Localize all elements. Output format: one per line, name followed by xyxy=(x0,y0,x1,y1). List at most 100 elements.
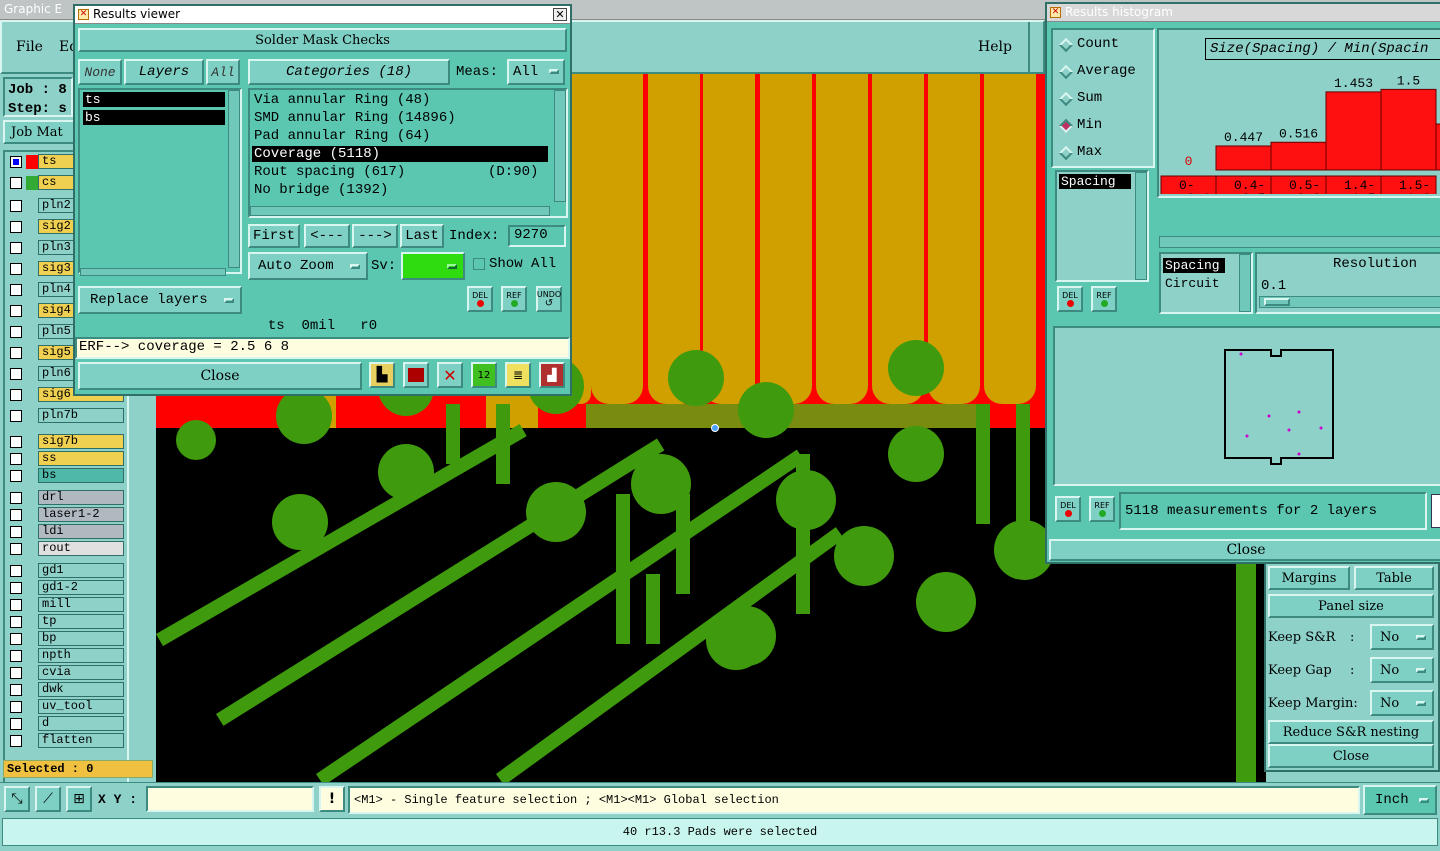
layer-name[interactable]: flatten xyxy=(38,733,124,748)
pcb-pad[interactable] xyxy=(668,350,724,406)
layer-name[interactable]: cvia xyxy=(38,665,124,680)
layer-row[interactable]: dwk xyxy=(6,682,126,698)
layer-checkbox[interactable] xyxy=(10,200,22,212)
layer-checkbox[interactable] xyxy=(10,616,22,628)
layer-checkbox[interactable] xyxy=(10,410,22,422)
histogram-hscrollbar[interactable] xyxy=(1159,236,1440,248)
categories-hscrollbar[interactable] xyxy=(250,206,550,216)
layer-row[interactable]: gd1-2 xyxy=(6,580,126,596)
layer-checkbox[interactable] xyxy=(10,263,22,275)
keep-gap-dropdown[interactable]: No xyxy=(1370,657,1434,683)
reduce-sr-nesting-button[interactable]: Reduce S&R nesting xyxy=(1268,720,1434,744)
histogram-icon[interactable]: ▟ xyxy=(539,362,565,388)
layers-button[interactable]: Layers xyxy=(124,59,204,85)
layer-checkbox[interactable] xyxy=(10,221,22,233)
results-viewer-close-button[interactable]: Close xyxy=(78,362,362,390)
resolution-slider[interactable] xyxy=(1259,296,1440,308)
layer-checkbox[interactable] xyxy=(10,389,22,401)
pcb-pad[interactable] xyxy=(276,388,332,444)
layer-list-scrollbar[interactable] xyxy=(228,90,240,268)
histogram-bar[interactable] xyxy=(1270,141,1327,171)
zoom-fit-icon[interactable]: ⤡ xyxy=(4,786,30,812)
layer-checkbox[interactable] xyxy=(10,347,22,359)
category-item[interactable]: Coverage (5118) xyxy=(252,146,548,162)
layer-checkbox[interactable] xyxy=(10,543,22,555)
layer-checkbox[interactable] xyxy=(10,284,22,296)
layer-checkbox[interactable] xyxy=(10,470,22,482)
layer-name[interactable]: npth xyxy=(38,648,124,663)
type-listbox[interactable]: Spacing Circuit xyxy=(1159,252,1253,314)
pcb-pad[interactable] xyxy=(738,382,794,438)
layer-row[interactable]: ss xyxy=(6,451,126,467)
layer-checkbox[interactable] xyxy=(10,326,22,338)
prev-button[interactable]: <--- xyxy=(304,224,350,248)
unit-dropdown[interactable]: Inch xyxy=(1363,785,1437,815)
preview-ref-button[interactable]: REF xyxy=(1089,496,1115,522)
type-list-item[interactable]: Spacing xyxy=(1163,258,1225,273)
layer-row[interactable]: mill xyxy=(6,597,126,613)
type-list-item[interactable]: Circuit xyxy=(1163,276,1220,291)
xy-input[interactable] xyxy=(146,786,314,812)
layer-checkbox[interactable] xyxy=(10,599,22,611)
layer-name[interactable]: dwk xyxy=(38,682,124,697)
layer-row[interactable]: gd1 xyxy=(6,563,126,579)
table-button[interactable]: Table xyxy=(1354,566,1434,590)
layer-checkbox[interactable] xyxy=(10,526,22,538)
layer-row[interactable]: bp xyxy=(6,631,126,647)
solder-mask-checks-button[interactable]: Solder Mask Checks xyxy=(78,28,567,52)
layer-row[interactable]: flatten xyxy=(6,733,126,749)
layer-row[interactable]: drl xyxy=(6,490,126,506)
index-input[interactable]: 9270 xyxy=(508,225,566,247)
layer-checkbox[interactable] xyxy=(10,633,22,645)
erf-off-icon[interactable]: ✕ xyxy=(437,362,463,388)
slider-thumb[interactable] xyxy=(1264,298,1290,306)
all-layers-button[interactable]: All xyxy=(206,59,240,85)
measure-listbox[interactable]: Spacing xyxy=(1055,170,1149,282)
categories-button[interactable]: Categories (18) xyxy=(248,59,450,85)
layer-name[interactable]: drl xyxy=(38,490,124,505)
layer-checkbox[interactable] xyxy=(10,453,22,465)
notes-icon[interactable]: ≣ xyxy=(505,362,531,388)
layer-name[interactable]: bp xyxy=(38,631,124,646)
layer-name[interactable]: d xyxy=(38,716,124,731)
histogram-bar[interactable] xyxy=(1325,91,1382,171)
layer-checkbox[interactable] xyxy=(10,582,22,594)
categories-listbox[interactable]: Via annular Ring (48) SMD annular Ring (1… xyxy=(248,88,568,218)
measure-list-item[interactable]: Spacing xyxy=(1059,174,1131,189)
histogram-close-button[interactable]: Close xyxy=(1049,539,1440,561)
pcb-pad[interactable] xyxy=(888,340,944,396)
layer-row[interactable]: cvia xyxy=(6,665,126,681)
layer-checkbox[interactable] xyxy=(10,242,22,254)
layer-name[interactable]: pln7b xyxy=(38,408,124,423)
layer-row[interactable]: sig7b xyxy=(6,434,126,450)
layer-checkbox[interactable] xyxy=(10,735,22,747)
pcb-pad[interactable] xyxy=(834,526,894,586)
layer-row[interactable]: d xyxy=(6,716,126,732)
layer-name[interactable]: sig7b xyxy=(38,434,124,449)
layer-checkbox[interactable] xyxy=(10,436,22,448)
layer-row[interactable]: rout xyxy=(6,541,126,557)
auto-zoom-dropdown[interactable]: Auto Zoom xyxy=(248,252,368,280)
layer-checkbox[interactable] xyxy=(10,156,22,168)
layer-checkbox[interactable] xyxy=(10,368,22,380)
layer-row[interactable]: ldi xyxy=(6,524,126,540)
histogram-bar[interactable] xyxy=(1215,145,1272,171)
layer-checkbox[interactable] xyxy=(10,509,22,521)
layer-name[interactable]: laser1-2 xyxy=(38,507,124,522)
alert-icon[interactable]: ! xyxy=(319,786,345,812)
layer-name[interactable]: ss xyxy=(38,451,124,466)
layer-row[interactable]: pln7b xyxy=(6,408,126,424)
sv-color-dropdown[interactable] xyxy=(401,252,465,280)
layer-checkbox[interactable] xyxy=(10,701,22,713)
layer-name[interactable]: bs xyxy=(38,468,124,483)
pcb-pad[interactable] xyxy=(176,420,216,460)
layer-name[interactable]: rout xyxy=(38,541,124,556)
layer-row[interactable]: laser1-2 xyxy=(6,507,126,523)
layer-name[interactable]: ldi xyxy=(38,524,124,539)
layer-name[interactable]: mill xyxy=(38,597,124,612)
del-button[interactable]: DEL xyxy=(467,286,493,312)
measure-scrollbar[interactable] xyxy=(1135,172,1147,280)
layer-checkbox[interactable] xyxy=(10,684,22,696)
menu-help[interactable]: Help xyxy=(978,39,1012,55)
first-button[interactable]: First xyxy=(248,224,300,248)
